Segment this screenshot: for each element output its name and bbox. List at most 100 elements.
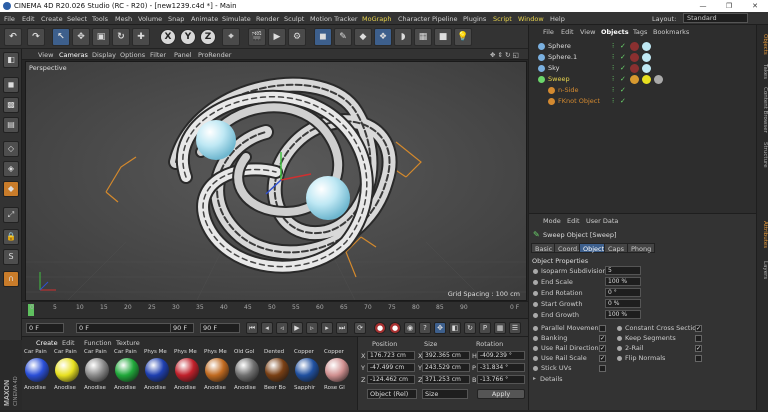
polygons-mode-icon[interactable]: ◆ (3, 181, 19, 197)
material-tag-icon[interactable] (654, 75, 663, 84)
y-axis-lock-button[interactable]: Y (180, 29, 196, 45)
menu-help[interactable]: Help (550, 15, 565, 23)
menu-motion-tracker[interactable]: Motion Tracker (310, 15, 358, 23)
enabled-check-icon[interactable]: ✓ (620, 97, 626, 105)
material-preview-ball[interactable] (85, 358, 109, 382)
property-value-field[interactable]: 100 % (605, 277, 641, 286)
object-row[interactable]: Sky ⁝ ✓ (532, 63, 754, 74)
property-value-field[interactable]: 5 (605, 266, 641, 275)
tab-caps[interactable]: Caps (604, 243, 629, 253)
menu-simulate[interactable]: Simulate (222, 15, 251, 23)
menu-mesh[interactable]: Mesh (115, 15, 132, 23)
bend-deformer-icon[interactable]: ◗ (394, 28, 412, 46)
property-value-field[interactable]: 100 % (605, 310, 641, 319)
render-settings-icon[interactable]: ⚙ (288, 28, 306, 46)
maximize-button[interactable]: ❐ (716, 0, 742, 12)
attributes-menu-mode[interactable]: Mode (543, 217, 561, 225)
property-checkbox[interactable]: ✓ (599, 355, 606, 362)
tab-basic[interactable]: Basic (531, 243, 557, 253)
material-preview-ball[interactable] (55, 358, 79, 382)
material-swatch[interactable]: Phys Me Anodise (144, 349, 171, 401)
menu-mograph[interactable]: MoGraph (362, 15, 392, 23)
render-view-icon[interactable]: 🎬 (248, 28, 266, 46)
end-frame-field[interactable]: 90 F (200, 323, 240, 333)
property-checkbox[interactable]: ✓ (695, 345, 702, 352)
viewport-navigation-icon[interactable]: ✥ ⇕ ↻ ◱ (490, 51, 519, 59)
object-row[interactable]: Sphere.1 ⁝ ✓ (532, 52, 754, 63)
property-checkbox[interactable] (599, 325, 606, 332)
menu-tools[interactable]: Tools (92, 15, 108, 23)
tab-content-browser-vertical[interactable]: Content Browser (758, 85, 768, 135)
viewport-menu-cameras[interactable]: Cameras (59, 51, 88, 59)
texture-mode-icon[interactable]: ▩ (3, 97, 19, 113)
property-checkbox[interactable] (695, 335, 702, 342)
material-tag-icon[interactable] (642, 64, 651, 73)
menu-plugins[interactable]: Plugins (463, 15, 486, 23)
record-position-icon[interactable]: ✥ (434, 322, 446, 334)
material-preview-ball[interactable] (325, 358, 349, 382)
workplane-icon[interactable]: ▤ (3, 117, 19, 133)
next-key-icon[interactable]: ▸ (321, 322, 333, 334)
material-menu-function[interactable]: Function (84, 339, 112, 347)
menu-script[interactable]: Script (493, 15, 512, 23)
go-to-start-icon[interactable]: ⏮ (246, 322, 258, 334)
timeline-ruler[interactable]: 0 5 10 15 20 25 30 35 40 45 50 55 60 65 … (22, 301, 528, 318)
material-swatch[interactable]: Car Pain Anodise (114, 349, 141, 401)
enabled-check-icon[interactable]: ✓ (620, 53, 626, 61)
coordinate-system-icon[interactable]: ⌖ (222, 28, 240, 46)
loop-icon[interactable]: ⟳ (354, 322, 366, 334)
points-mode-icon[interactable]: ◇ (3, 141, 19, 157)
next-frame-icon[interactable]: ▹ (306, 322, 318, 334)
size-x-field[interactable]: 392.365 cm (422, 351, 470, 360)
cube-icon[interactable]: ◼ (314, 28, 332, 46)
material-tag-icon[interactable] (642, 42, 651, 51)
objects-menu-bookmarks[interactable]: Bookmarks (653, 28, 689, 36)
menu-character[interactable]: Character (398, 15, 430, 23)
scale-tool-icon[interactable]: ▣ (92, 28, 110, 46)
snapping-icon[interactable]: 🔒 (3, 229, 19, 245)
tab-objects-vertical[interactable]: Objects (758, 29, 768, 59)
record-point-level-icon[interactable]: ▦ (494, 322, 506, 334)
tab-structure-vertical[interactable]: Structure (758, 137, 768, 173)
redo-icon[interactable]: ↷ (27, 28, 45, 46)
record-scale-icon[interactable]: ◧ (449, 322, 461, 334)
minimize-button[interactable]: — (690, 0, 716, 12)
coordinate-mode-select[interactable]: Object (Rel) (367, 389, 417, 399)
menu-animate[interactable]: Animate (191, 15, 218, 23)
tab-phong[interactable]: Phong (627, 243, 656, 253)
material-preview-ball[interactable] (295, 358, 319, 382)
material-preview-ball[interactable] (25, 358, 49, 382)
menu-create[interactable]: Create (41, 15, 63, 23)
menu-pipeline[interactable]: Pipeline (432, 15, 457, 23)
property-value-field[interactable]: 0 ° (605, 288, 641, 297)
keyframe-selection-icon[interactable]: ◉ (404, 322, 416, 334)
material-swatch[interactable]: Copper Sapphir (294, 349, 321, 401)
viewport-menu-view[interactable]: View (38, 51, 53, 59)
tab-layers-vertical[interactable]: Layers (758, 257, 768, 283)
edges-mode-icon[interactable]: ◈ (3, 161, 19, 177)
property-checkbox[interactable] (695, 355, 702, 362)
size-y-field[interactable]: 243.529 cm (422, 363, 470, 372)
menu-volume[interactable]: Volume (138, 15, 162, 23)
autokeying-icon[interactable]: ● (389, 322, 401, 334)
menu-file[interactable]: File (4, 15, 15, 23)
property-checkbox[interactable]: ✓ (599, 335, 606, 342)
timeline-window-icon[interactable]: ☰ (509, 322, 521, 334)
enable-axis-icon[interactable]: ⤢ (3, 207, 19, 223)
record-active-objects-icon[interactable]: ● (374, 322, 386, 334)
position-z-field[interactable]: -124.462 cm (367, 375, 415, 384)
attributes-menu-edit[interactable]: Edit (567, 217, 580, 225)
viewport-menu-options[interactable]: Options (120, 51, 145, 59)
position-y-field[interactable]: -47.499 cm (367, 363, 415, 372)
objects-menu-file[interactable]: File (543, 28, 554, 36)
tab-attributes-vertical[interactable]: Attributes (758, 215, 768, 255)
material-swatch[interactable]: Copper Rose Gl (324, 349, 351, 401)
property-checkbox[interactable] (599, 365, 606, 372)
object-row[interactable]: Sweep ⁝ ✓ (532, 74, 754, 85)
object-row[interactable]: n-Side ⁝ ✓ (532, 85, 754, 96)
rotation-h-field[interactable]: -409.239 ° (477, 351, 525, 360)
undo-icon[interactable]: ↶ (4, 28, 22, 46)
material-menu-edit[interactable]: Edit (62, 339, 75, 347)
start-frame-field[interactable]: 0 F (26, 323, 64, 333)
array-generator-icon[interactable]: ❖ (374, 28, 392, 46)
